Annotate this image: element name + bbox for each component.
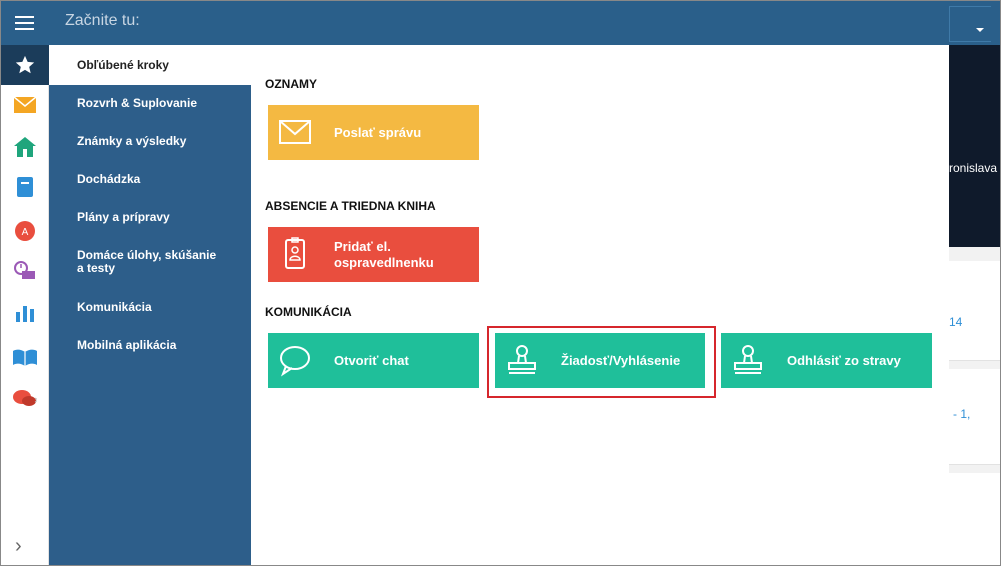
send-message-tile[interactable]: Poslať správu [268,105,479,160]
background-card: 14 [949,261,1000,361]
expand-rail-icon[interactable]: › [15,535,22,558]
open-book-icon [13,349,37,366]
meal-cancel-tile[interactable]: Odhlásiť zo stravy [721,333,932,388]
background-card: - 1, [949,369,1000,465]
search-title[interactable]: Začnite tu: [65,12,140,30]
highlight-box [487,326,716,398]
stamp-icon [734,345,762,374]
add-excuse-tile[interactable]: Pridať el. ospravedlnenku [268,227,479,282]
library-nav[interactable] [1,337,49,377]
menu-item-grades[interactable]: Známky a výsledky [49,135,251,148]
svg-text:A: A [22,227,29,238]
menu-item-attendance[interactable]: Dochádzka [49,173,251,186]
section-title-announcements: OZNAMY [265,77,317,91]
statistics-nav[interactable] [1,293,49,333]
menu-item-homework[interactable]: Domáce úlohy, skúšanie a testy [49,249,224,275]
menu-item-schedule[interactable]: Rozvrh & Suplovanie [49,97,251,110]
menu-item-communication[interactable]: Komunikácia [49,301,251,314]
home-nav[interactable] [1,127,49,167]
icon-rail: A › [1,45,49,565]
attendance-nav[interactable] [1,251,49,291]
menu-item-mobile-app[interactable]: Mobilná aplikácia [49,339,251,352]
section-title-absences: ABSENCIE A TRIEDNA KNIHA [265,199,436,213]
favorites-nav[interactable] [1,45,49,85]
bar-chart-icon [16,306,34,322]
envelope-icon [14,97,36,113]
communication-nav[interactable] [1,379,49,419]
background-user-name: ronislava [949,161,998,175]
menu-item-favorites[interactable]: Obľúbené kroky [49,45,251,85]
tile-label: Poslať správu [334,124,422,140]
chevron-down-icon [976,28,984,32]
background-content: 14 - 1, [949,247,1000,565]
account-dropdown[interactable] [949,6,991,42]
category-menu: Obľúbené kroky Rozvrh & Suplovanie Známk… [49,45,251,565]
grades-nav[interactable]: A [1,211,49,251]
chat-bubbles-icon [13,390,37,406]
section-title-communication: KOMUNIKÁCIA [265,305,352,319]
background-header-panel: ronislava [949,45,1000,247]
home-icon [14,137,36,157]
background-link[interactable]: 14 [949,315,962,329]
hamburger-menu-icon[interactable] [1,1,47,45]
background-card [949,473,1000,565]
tile-label: Odhlásiť zo stravy [787,352,901,368]
star-icon [15,55,35,74]
id-badge-icon [285,237,305,269]
clock-laptop-icon [14,261,35,279]
top-bar: Začnite tu: [1,1,1000,45]
messages-nav[interactable] [1,85,49,125]
tile-label: Otvoriť chat [334,352,409,368]
tile-label: Pridať el. ospravedlnenku [334,238,434,270]
background-link[interactable]: - 1, [953,407,970,421]
favorites-panel: OZNAMY Poslať správu ABSENCIE A TRIEDNA … [251,45,949,565]
menu-item-plans[interactable]: Plány a prípravy [49,211,251,224]
notebook-nav[interactable] [1,167,49,207]
notebook-icon [17,177,33,197]
envelope-icon [279,120,311,144]
app-frame: Začnite tu: ronislava 14 - 1, A › Obľúbe… [0,0,1001,566]
open-chat-tile[interactable]: Otvoriť chat [268,333,479,388]
grade-badge-icon: A [15,221,35,241]
chat-bubble-icon [280,346,310,377]
